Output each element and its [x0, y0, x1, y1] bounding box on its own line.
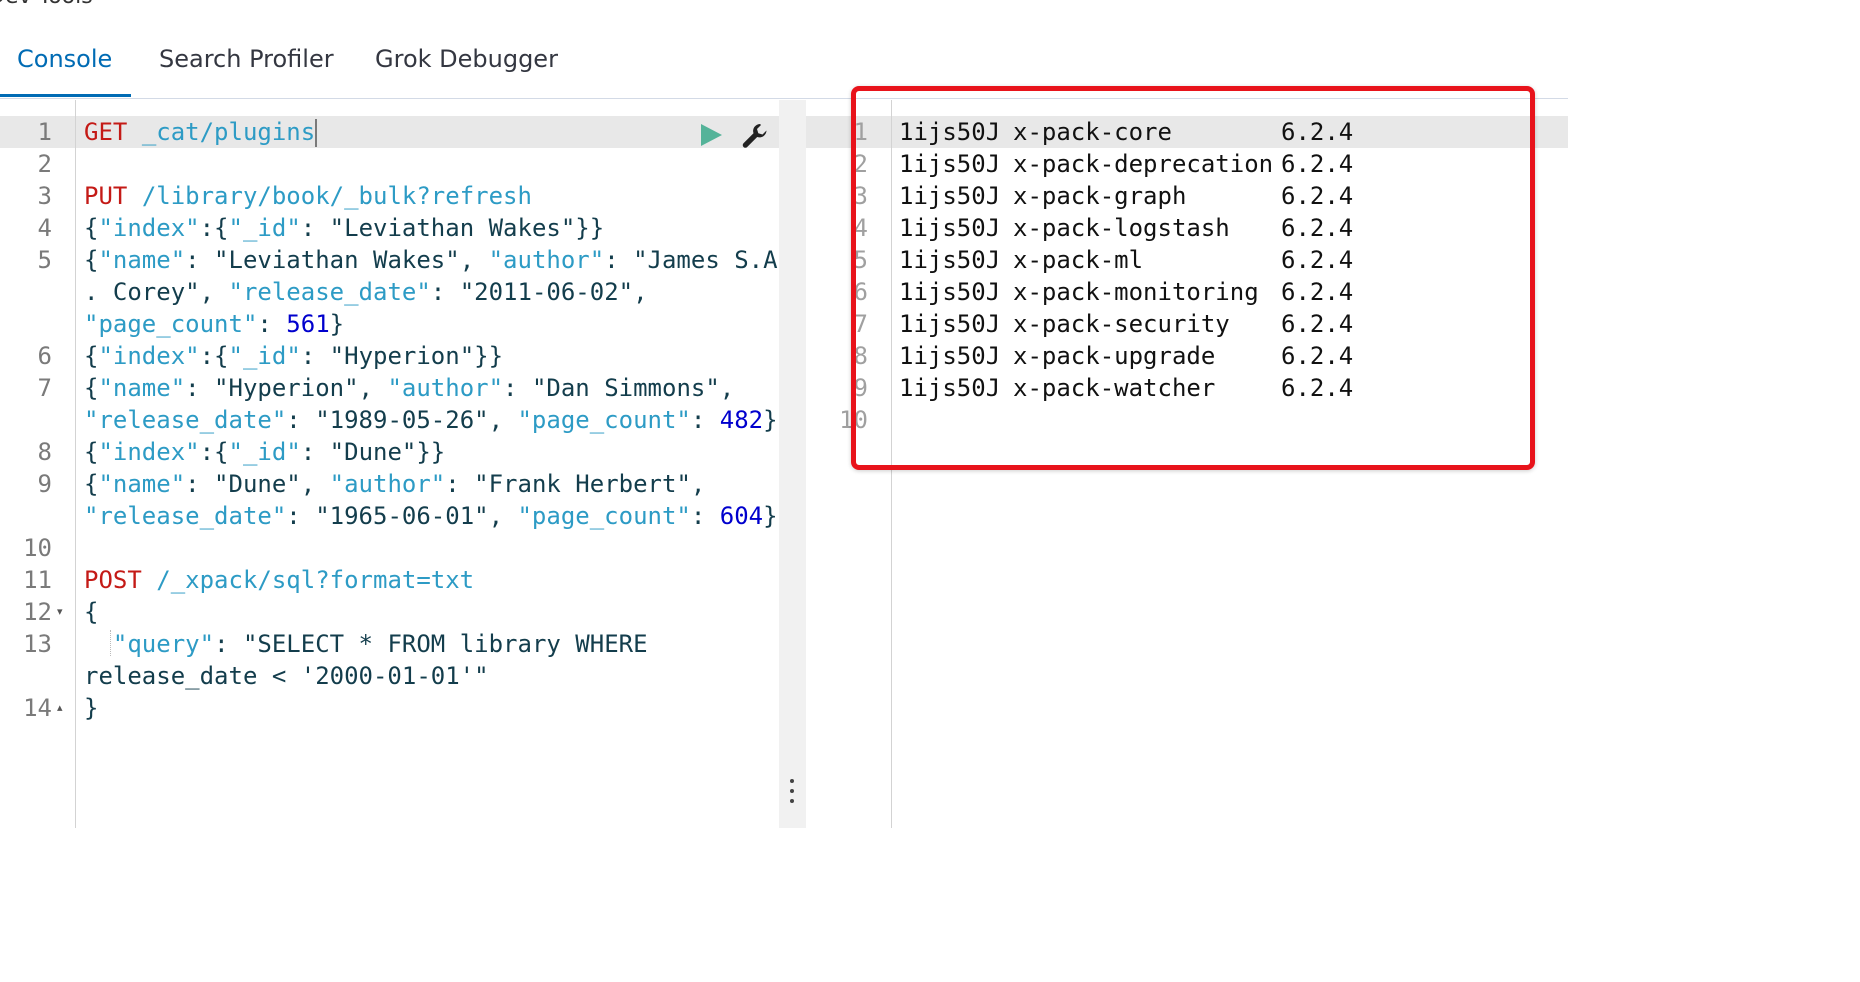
code-line: "release_date": "1989-05-26", "page_coun… — [84, 406, 778, 434]
plugin-version: 6.2.4 — [1281, 374, 1354, 402]
line-number: 8 — [37, 438, 52, 466]
code-line: {"name": "Dune", "author": "Frank Herber… — [84, 470, 706, 498]
plugin-component: x-pack-deprecation — [1013, 150, 1274, 178]
panel-resizer[interactable] — [779, 100, 806, 828]
code-line: POST /_xpack/sql?format=txt — [84, 566, 475, 594]
output-line-number: 10 — [839, 406, 868, 434]
plugin-component: x-pack-monitoring — [1013, 278, 1259, 306]
line-number: 5 — [37, 246, 52, 274]
line-number — [0, 500, 52, 532]
play-icon[interactable] — [698, 122, 724, 148]
header-divider — [570, 98, 1568, 99]
line-number: 13 — [23, 630, 52, 658]
code-line: release_date < '2000-01-01'" — [84, 662, 489, 690]
line-number: 4 — [37, 214, 52, 242]
plugin-component: x-pack-upgrade — [1013, 342, 1216, 370]
active-tab-indicator — [0, 94, 131, 97]
plugin-component: x-pack-ml — [1013, 246, 1144, 274]
code-line: GET _cat/plugins — [84, 118, 318, 147]
fold-toggle-icon[interactable]: ▾ — [57, 596, 63, 628]
line-number — [0, 276, 52, 308]
code-line: "page_count": 561} — [84, 310, 345, 338]
text-cursor — [315, 119, 318, 147]
code-line: . Corey", "release_date": "2011-06-02", — [84, 278, 648, 306]
output-line-number: 4 — [853, 214, 868, 242]
wrench-icon[interactable] — [740, 121, 770, 151]
plugin-component: x-pack-logstash — [1013, 214, 1230, 242]
code-line: } — [84, 694, 99, 722]
line-number: 6 — [37, 342, 52, 370]
plugin-version: 6.2.4 — [1281, 278, 1354, 306]
tab-search-profiler[interactable]: Search Profiler — [159, 42, 334, 97]
fold-toggle-icon[interactable]: ▴ — [57, 692, 63, 724]
plugin-node: 1ijs50J — [899, 150, 1001, 178]
plugin-version: 6.2.4 — [1281, 342, 1354, 370]
plugin-node: 1ijs50J — [899, 118, 1001, 146]
plugin-version: 6.2.4 — [1281, 246, 1354, 274]
vertical-dots-icon — [790, 779, 794, 803]
plugin-component: x-pack-watcher — [1013, 374, 1216, 402]
code-line: { — [84, 598, 99, 626]
code-line: {"name": "Leviathan Wakes", "author": "J… — [84, 246, 778, 274]
plugin-component: x-pack-core — [1013, 118, 1172, 146]
output-line-number: 2 — [853, 150, 868, 178]
output-line-number: 8 — [853, 342, 868, 370]
output-line-number: 1 — [853, 118, 868, 146]
plugin-version: 6.2.4 — [1281, 214, 1354, 242]
tab-bar: Console Search Profiler Grok Debugger — [0, 30, 570, 99]
plugin-version: 6.2.4 — [1281, 150, 1354, 178]
tab-grok-debugger[interactable]: Grok Debugger — [375, 42, 558, 97]
line-number: 2 — [37, 150, 52, 178]
output-gutter-border — [891, 100, 892, 828]
line-number: 7 — [37, 374, 52, 402]
code-line: {"index":{"_id": "Dune"}} — [84, 438, 446, 466]
line-number: 10 — [23, 534, 52, 562]
line-number: 1 — [37, 118, 52, 146]
plugin-node: 1ijs50J — [899, 182, 1001, 210]
line-number: 12 — [23, 598, 52, 626]
output-line-number: 9 — [853, 374, 868, 402]
page-title: Dev Tools — [0, 0, 93, 9]
indent-guide — [110, 630, 112, 656]
plugin-version: 6.2.4 — [1281, 182, 1354, 210]
plugin-component: x-pack-graph — [1013, 182, 1187, 210]
line-number — [0, 404, 52, 436]
plugin-component: x-pack-security — [1013, 310, 1230, 338]
output-line-number: 5 — [853, 246, 868, 274]
line-number — [0, 660, 52, 692]
plugin-node: 1ijs50J — [899, 278, 1001, 306]
line-number: 14 — [23, 694, 52, 722]
plugin-node: 1ijs50J — [899, 342, 1001, 370]
response-output[interactable]: 10 1 1ijs50J x-pack-core 6.2.4 2 1ijs50J x-pac… — [806, 100, 1568, 828]
editor-gutter-border — [75, 100, 76, 828]
line-number — [0, 308, 52, 340]
plugin-version: 6.2.4 — [1281, 118, 1354, 146]
code-line: "query": "SELECT * FROM library WHERE — [112, 630, 648, 658]
plugin-node: 1ijs50J — [899, 374, 1001, 402]
output-line-number: 3 — [853, 182, 868, 210]
request-editor[interactable]: 1 GET _cat/plugins 2 3 PUT /library/book/_bu… — [0, 100, 779, 828]
line-number: 11 — [23, 566, 52, 594]
plugin-node: 1ijs50J — [899, 310, 1001, 338]
plugin-version: 6.2.4 — [1281, 310, 1354, 338]
code-line: {"name": "Hyperion", "author": "Dan Simm… — [84, 374, 735, 402]
output-line-number: 7 — [853, 310, 868, 338]
plugin-node: 1ijs50J — [899, 246, 1001, 274]
code-line: {"index":{"_id": "Leviathan Wakes"}} — [84, 214, 605, 242]
code-line: PUT /library/book/_bulk?refresh — [84, 182, 532, 210]
output-line-number: 6 — [853, 278, 868, 306]
code-line: "release_date": "1965-06-01", "page_coun… — [84, 502, 778, 530]
plugin-node: 1ijs50J — [899, 214, 1001, 242]
code-line: {"index":{"_id": "Hyperion"}} — [84, 342, 504, 370]
tab-console[interactable]: Console — [17, 42, 112, 97]
line-number: 9 — [37, 470, 52, 498]
line-number: 3 — [37, 182, 52, 210]
